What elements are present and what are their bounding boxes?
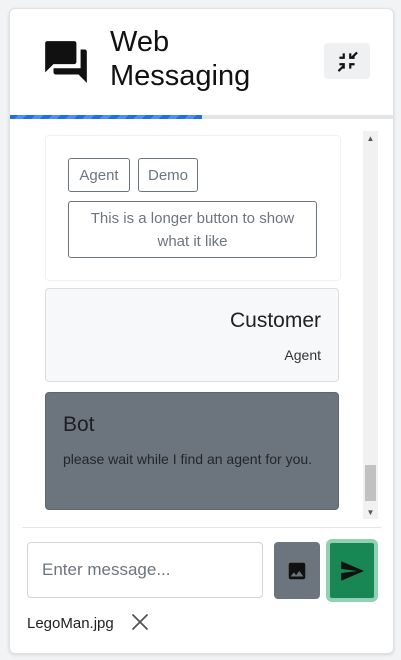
close-icon xyxy=(132,614,148,630)
composer-divider xyxy=(22,527,381,528)
bot-message-text: please wait while I find an agent for yo… xyxy=(63,451,313,467)
scroll-down-arrow-icon[interactable]: ▼ xyxy=(363,505,378,519)
customer-message: Customer Agent xyxy=(45,288,339,382)
quick-reply-long[interactable]: This is a longer button to show what it … xyxy=(68,201,317,258)
image-icon xyxy=(288,562,306,579)
progress-fill xyxy=(10,115,202,119)
bot-sender-name: Bot xyxy=(63,413,95,436)
scrollbar-thumb[interactable] xyxy=(365,465,376,501)
progress-bar xyxy=(10,115,393,119)
minimize-arrows-icon xyxy=(337,51,358,72)
message-list: Agent Demo This is a longer button to sh… xyxy=(10,127,393,521)
scroll-up-arrow-icon[interactable]: ▲ xyxy=(363,131,378,145)
customer-sender-name: Customer xyxy=(229,309,321,332)
message-input[interactable] xyxy=(27,542,263,598)
web-messaging-widget: Web Messaging Agent Demo This is a longe… xyxy=(9,8,394,654)
forum-chat-icon xyxy=(45,41,87,83)
header: Web Messaging xyxy=(10,9,393,115)
bot-message: Bot please wait while I find an agent fo… xyxy=(45,392,339,510)
quick-reply-agent[interactable]: Agent xyxy=(68,158,130,192)
send-icon xyxy=(341,560,364,581)
quick-reply-demo[interactable]: Demo xyxy=(138,158,198,192)
message-scrollbar[interactable]: ▲ ▼ xyxy=(363,131,378,519)
customer-message-text: Agent xyxy=(284,347,321,363)
remove-attachment-button[interactable] xyxy=(129,611,151,633)
attach-image-button[interactable] xyxy=(274,542,320,599)
send-button[interactable] xyxy=(326,539,378,602)
widget-title: Web Messaging xyxy=(110,26,251,92)
attachment-filename: LegoMan.jpg xyxy=(27,615,114,632)
minimize-button[interactable] xyxy=(324,43,370,79)
quick-replies-card: Agent Demo This is a longer button to sh… xyxy=(45,135,341,281)
